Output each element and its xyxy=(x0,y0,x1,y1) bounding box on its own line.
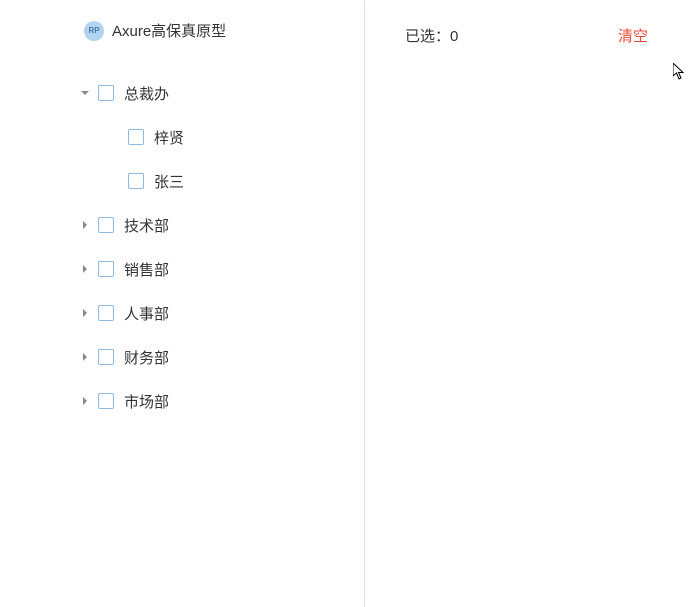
header-title: Axure高保真原型 xyxy=(112,20,226,41)
checkbox[interactable] xyxy=(128,173,144,189)
tree-item-label: 梓贤 xyxy=(154,127,184,148)
checkbox[interactable] xyxy=(98,85,114,101)
tree-list: 总裁办梓贤张三技术部销售部人事部财务部市场部 xyxy=(34,71,344,423)
selected-count-label: 已选：0 xyxy=(405,25,458,46)
left-panel: RP Axure高保真原型 总裁办梓贤张三技术部销售部人事部财务部市场部 xyxy=(0,0,365,607)
tree-item[interactable]: 张三 xyxy=(78,159,344,203)
tree-item[interactable]: 销售部 xyxy=(78,247,344,291)
chevron-right-icon[interactable] xyxy=(78,264,92,274)
clear-button[interactable]: 清空 xyxy=(618,25,648,46)
chevron-right-icon[interactable] xyxy=(78,308,92,318)
chevron-right-icon[interactable] xyxy=(78,220,92,230)
rp-badge-icon: RP xyxy=(84,21,104,41)
checkbox[interactable] xyxy=(128,129,144,145)
selected-count: 0 xyxy=(450,28,458,45)
checkbox[interactable] xyxy=(98,217,114,233)
tree-item[interactable]: 市场部 xyxy=(78,379,344,423)
chevron-right-icon[interactable] xyxy=(78,352,92,362)
right-header: 已选：0 清空 xyxy=(405,25,648,46)
tree-item[interactable]: 财务部 xyxy=(78,335,344,379)
checkbox[interactable] xyxy=(98,261,114,277)
tree-item[interactable]: 人事部 xyxy=(78,291,344,335)
checkbox[interactable] xyxy=(98,305,114,321)
tree-item[interactable]: 梓贤 xyxy=(78,115,344,159)
tree-item-label: 市场部 xyxy=(124,391,169,412)
tree-item-label: 财务部 xyxy=(124,347,169,368)
tree-item-label: 销售部 xyxy=(124,259,169,280)
chevron-down-icon[interactable] xyxy=(78,88,92,98)
tree-item-label: 张三 xyxy=(154,171,184,192)
chevron-right-icon[interactable] xyxy=(78,396,92,406)
right-panel: 已选：0 清空 xyxy=(365,0,688,607)
tree-item[interactable]: 总裁办 xyxy=(78,71,344,115)
checkbox[interactable] xyxy=(98,393,114,409)
tree-item[interactable]: 技术部 xyxy=(78,203,344,247)
tree-item-label: 人事部 xyxy=(124,303,169,324)
tree-item-label: 技术部 xyxy=(124,215,169,236)
selected-prefix: 已选： xyxy=(405,28,450,45)
header-row: RP Axure高保真原型 xyxy=(34,20,344,41)
tree-item-label: 总裁办 xyxy=(124,83,169,104)
checkbox[interactable] xyxy=(98,349,114,365)
